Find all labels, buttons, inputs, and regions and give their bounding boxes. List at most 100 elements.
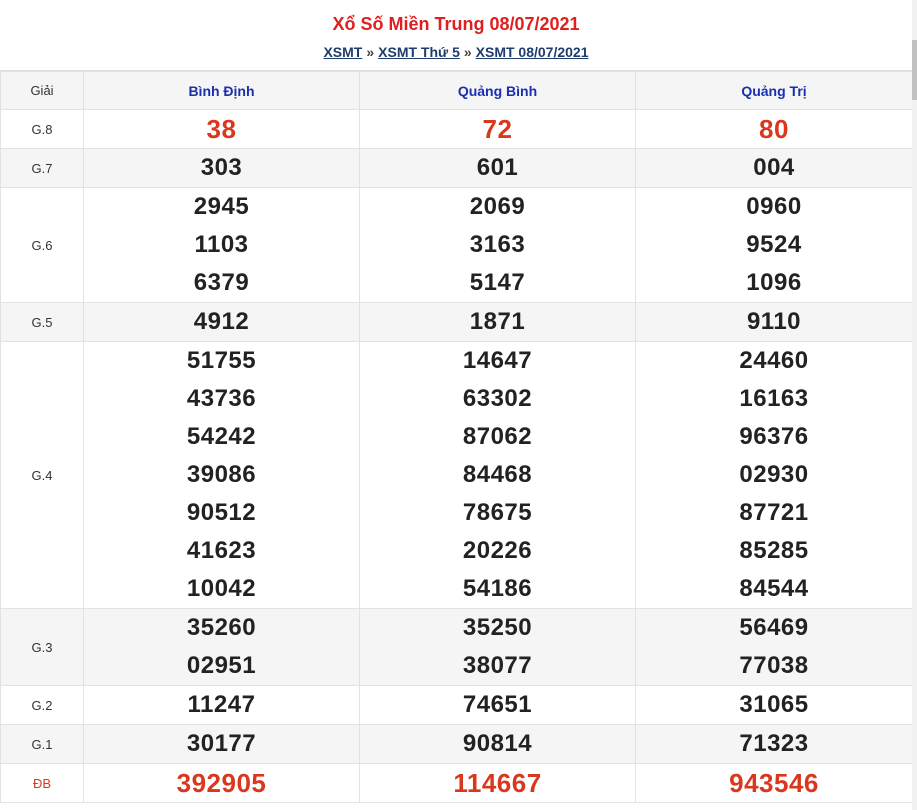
prize-label: G.6 xyxy=(0,187,84,303)
page-title: Xổ Số Miền Trung 08/07/2021 xyxy=(332,14,580,34)
result-cell: 38 xyxy=(83,109,360,149)
prize-label: G.2 xyxy=(0,685,84,725)
table-row: G.3 35260 02951 35250 38077 56469 77038 xyxy=(0,608,913,686)
table-row: G.6 2945 1103 6379 2069 3163 5147 0960 9524 1096 xyxy=(0,187,913,303)
prize-label: G.7 xyxy=(0,148,84,188)
result-number: 30177 xyxy=(186,730,257,757)
result-cell: 392905 xyxy=(83,763,360,803)
result-number: 54186 xyxy=(462,575,533,602)
table-row: G.1 30177 90814 71323 xyxy=(0,724,913,764)
result-cell: 303 xyxy=(83,148,360,188)
result-cell: 1871 xyxy=(359,302,636,342)
result-cell: 4912 xyxy=(83,302,360,342)
table-row: G.8 38 72 80 xyxy=(0,109,913,149)
result-number: 392905 xyxy=(176,768,267,798)
result-cell: 004 xyxy=(635,148,913,188)
result-number: 96376 xyxy=(739,423,809,450)
result-number: 1096 xyxy=(746,269,802,296)
result-number: 41623 xyxy=(186,537,257,564)
breadcrumb: XSMT» XSMT Thứ 5» XSMT 08/07/2021 xyxy=(0,44,912,60)
result-cell: 80 xyxy=(635,109,913,149)
result-number: 77038 xyxy=(739,652,809,679)
result-number: 24460 xyxy=(739,347,809,374)
province-header-quang-tri: Quảng Trị xyxy=(635,71,913,110)
scrollbar-thumb[interactable] xyxy=(912,40,917,100)
result-number: 87721 xyxy=(739,499,809,526)
result-number: 11247 xyxy=(187,691,256,718)
result-number: 31065 xyxy=(739,691,809,718)
result-cell: 24460 16163 96376 02930 87721 85285 84544 xyxy=(635,341,913,609)
result-cell: 90814 xyxy=(359,724,636,764)
result-number: 90814 xyxy=(462,730,533,757)
breadcrumb-link-xsmt-thu-5[interactable]: XSMT Thứ 5 xyxy=(378,44,460,60)
breadcrumb-separator: » xyxy=(366,44,375,60)
result-cell: 56469 77038 xyxy=(635,608,913,686)
result-number: 16163 xyxy=(739,385,809,412)
result-number: 2945 xyxy=(193,193,250,220)
prize-label: G.5 xyxy=(0,302,84,342)
result-number: 90512 xyxy=(186,499,257,526)
prize-label: G.1 xyxy=(0,724,84,764)
prize-label: G.4 xyxy=(0,341,84,609)
result-number: 1103 xyxy=(194,231,249,258)
province-header-quang-binh[interactable]: Quảng Bình xyxy=(359,71,636,110)
result-number: 14647 xyxy=(462,347,533,374)
result-cell: 114667 xyxy=(359,763,636,803)
result-number: 3163 xyxy=(469,231,526,258)
result-cell: 2069 3163 5147 xyxy=(359,187,636,303)
result-number: 4912 xyxy=(193,308,250,335)
result-number: 601 xyxy=(476,154,519,181)
result-number: 43736 xyxy=(186,385,257,412)
result-cell: 0960 9524 1096 xyxy=(635,187,913,303)
result-cell: 74651 xyxy=(359,685,636,725)
result-number: 20226 xyxy=(462,537,533,564)
result-number: 02930 xyxy=(739,461,809,488)
table-row: G.4 51755 43736 54242 39086 90512 41623 10042 14… xyxy=(0,341,913,609)
result-number: 80 xyxy=(759,114,789,144)
breadcrumb-link-xsmt-date[interactable]: XSMT 08/07/2021 xyxy=(476,44,589,60)
result-cell: 31065 xyxy=(635,685,913,725)
scrollbar[interactable] xyxy=(912,0,917,810)
result-cell: 9110 xyxy=(635,302,913,342)
prize-label: G.8 xyxy=(0,109,84,149)
result-number: 9524 xyxy=(746,231,802,258)
result-cell: 51755 43736 54242 39086 90512 41623 10042 xyxy=(83,341,360,609)
prize-column-header: Giải xyxy=(0,71,84,110)
result-number: 9110 xyxy=(746,308,802,335)
table-row: ĐB 392905 114667 943546 xyxy=(0,763,913,803)
result-number: 38077 xyxy=(462,652,533,679)
breadcrumb-link-xsmt[interactable]: XSMT xyxy=(323,44,362,60)
result-number: 38 xyxy=(206,114,237,144)
result-number: 87062 xyxy=(462,423,533,450)
result-cell: 30177 xyxy=(83,724,360,764)
result-number: 303 xyxy=(200,154,243,181)
result-number: 72 xyxy=(482,114,513,144)
result-number: 51755 xyxy=(186,347,257,374)
result-number: 84544 xyxy=(739,575,809,602)
result-number: 56469 xyxy=(739,614,809,641)
result-cell: 11247 xyxy=(83,685,360,725)
results-table: Giải Bình Định Quảng Bình Quảng Trị G.8 3… xyxy=(0,71,913,803)
table-row: G.2 11247 74651 31065 xyxy=(0,685,913,725)
result-number: 39086 xyxy=(186,461,257,488)
result-number: 85285 xyxy=(739,537,809,564)
result-cell: 943546 xyxy=(635,763,913,803)
result-cell: 35250 38077 xyxy=(359,608,636,686)
result-number: 63302 xyxy=(462,385,533,412)
province-header-binh-dinh[interactable]: Bình Định xyxy=(83,71,360,110)
result-number: 114667 xyxy=(453,768,542,798)
result-number: 71323 xyxy=(739,730,809,757)
table-row: G.7 303 601 004 xyxy=(0,148,913,188)
result-cell: 601 xyxy=(359,148,636,188)
result-cell: 72 xyxy=(359,109,636,149)
result-number: 943546 xyxy=(729,768,819,798)
result-number: 10042 xyxy=(186,575,257,602)
results-header: Xổ Số Miền Trung 08/07/2021 XSMT» XSMT Th… xyxy=(0,0,912,71)
result-number: 78675 xyxy=(462,499,533,526)
result-number: 0960 xyxy=(746,193,802,220)
result-number: 84468 xyxy=(462,461,533,488)
result-number: 6379 xyxy=(193,269,250,296)
result-number: 35260 xyxy=(186,614,257,641)
result-cell: 2945 1103 6379 xyxy=(83,187,360,303)
prize-label: ĐB xyxy=(0,763,84,803)
